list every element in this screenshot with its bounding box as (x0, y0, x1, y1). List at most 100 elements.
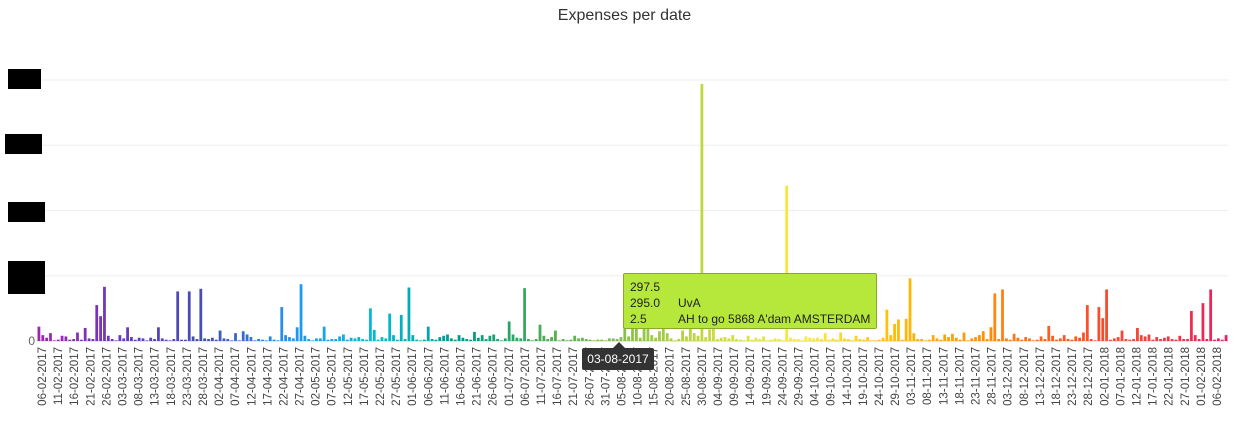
bar (145, 340, 149, 341)
bar (557, 340, 561, 341)
bar (465, 339, 469, 341)
x-tick-label: 29-09-2017 (793, 347, 805, 406)
bar (114, 340, 118, 341)
bar (99, 316, 102, 341)
bar (133, 339, 137, 341)
bar (827, 339, 831, 341)
bar (978, 335, 981, 341)
bar (64, 336, 68, 341)
bar (947, 337, 950, 341)
bar (68, 339, 72, 341)
x-tick-label: 04-09-2017 (713, 347, 725, 406)
bar (527, 339, 530, 341)
bar (584, 339, 588, 341)
bar (195, 339, 199, 341)
bar (596, 339, 600, 341)
bar (615, 339, 619, 341)
bar (715, 339, 719, 341)
bar (719, 337, 723, 341)
x-tick-label: 26-06-2017 (488, 347, 500, 406)
bar (1166, 336, 1170, 341)
x-tick-label: 01-02-2018 (1196, 347, 1208, 406)
bar (885, 309, 889, 341)
x-tick-label: 14-09-2017 (745, 347, 757, 406)
bar (954, 337, 958, 341)
bar (534, 339, 538, 341)
bar (1101, 318, 1105, 341)
x-tick-label: 24-10-2017 (874, 347, 886, 406)
x-tick-label: 09-09-2017 (729, 347, 741, 406)
bar (392, 335, 395, 341)
bar (403, 339, 407, 341)
x-tick-label: 28-12-2017 (1083, 347, 1095, 406)
bar (692, 333, 696, 341)
bar (1193, 335, 1197, 341)
x-tick-label: 23-11-2017 (971, 347, 983, 405)
bar (530, 340, 534, 341)
bar (1182, 339, 1186, 341)
bar (843, 338, 846, 341)
x-tick-label: 16-06-2017 (455, 347, 467, 406)
x-tick-label: 28-11-2017 (987, 347, 999, 405)
bar (122, 338, 126, 341)
x-tick-label: 18-03-2017 (166, 347, 178, 406)
bar (272, 339, 276, 341)
bar (650, 335, 654, 341)
x-tick-label: 20-08-2017 (665, 347, 677, 406)
bar (893, 324, 896, 341)
bar (480, 335, 484, 341)
bar (288, 337, 291, 341)
bar (858, 339, 862, 341)
bar (1035, 339, 1039, 341)
x-tick-label: 11-06-2017 (439, 347, 451, 405)
bar (1105, 289, 1108, 341)
x-tick-label: 23-12-2017 (1067, 347, 1079, 406)
bar (812, 338, 816, 341)
bar (76, 332, 79, 341)
bar (49, 333, 52, 341)
bar (1147, 334, 1151, 341)
bar (1097, 307, 1101, 341)
bar (372, 329, 376, 341)
bar (627, 336, 631, 341)
bar (492, 334, 496, 341)
x-tick-label: 06-07-2017 (520, 347, 532, 406)
bar (45, 337, 49, 341)
bar (1112, 338, 1116, 341)
bar (457, 335, 461, 341)
bar (746, 335, 750, 341)
bar (939, 339, 943, 341)
bar (476, 337, 480, 341)
bar (1051, 335, 1055, 341)
bar (311, 340, 314, 341)
bar (588, 339, 592, 341)
x-tick-label: 07-04-2017 (230, 347, 242, 406)
bar (60, 335, 64, 341)
x-tick-label: 12-01-2018 (1131, 347, 1143, 406)
bar (430, 339, 434, 341)
bar (268, 336, 272, 341)
y-axis-labels: 0 (28, 334, 35, 348)
bar (1047, 325, 1051, 341)
x-tick-label: 19-09-2017 (761, 347, 773, 406)
y-tick-label: 0 (28, 334, 35, 348)
bar (943, 334, 947, 341)
bar (449, 338, 453, 341)
bar (638, 337, 642, 341)
bar (927, 339, 931, 341)
bar (52, 340, 56, 341)
bar (338, 336, 341, 341)
bar (511, 334, 515, 341)
bar (835, 339, 839, 341)
bar (91, 339, 95, 341)
bar (777, 339, 781, 341)
bar (962, 332, 966, 341)
bar (981, 331, 985, 341)
bar (796, 339, 800, 341)
x-tick-label: 02-01-2018 (1099, 347, 1111, 406)
bar (735, 339, 738, 341)
bar (542, 335, 546, 341)
x-tick-label: 27-04-2017 (295, 347, 307, 406)
bar (349, 337, 353, 341)
bar (253, 340, 257, 341)
